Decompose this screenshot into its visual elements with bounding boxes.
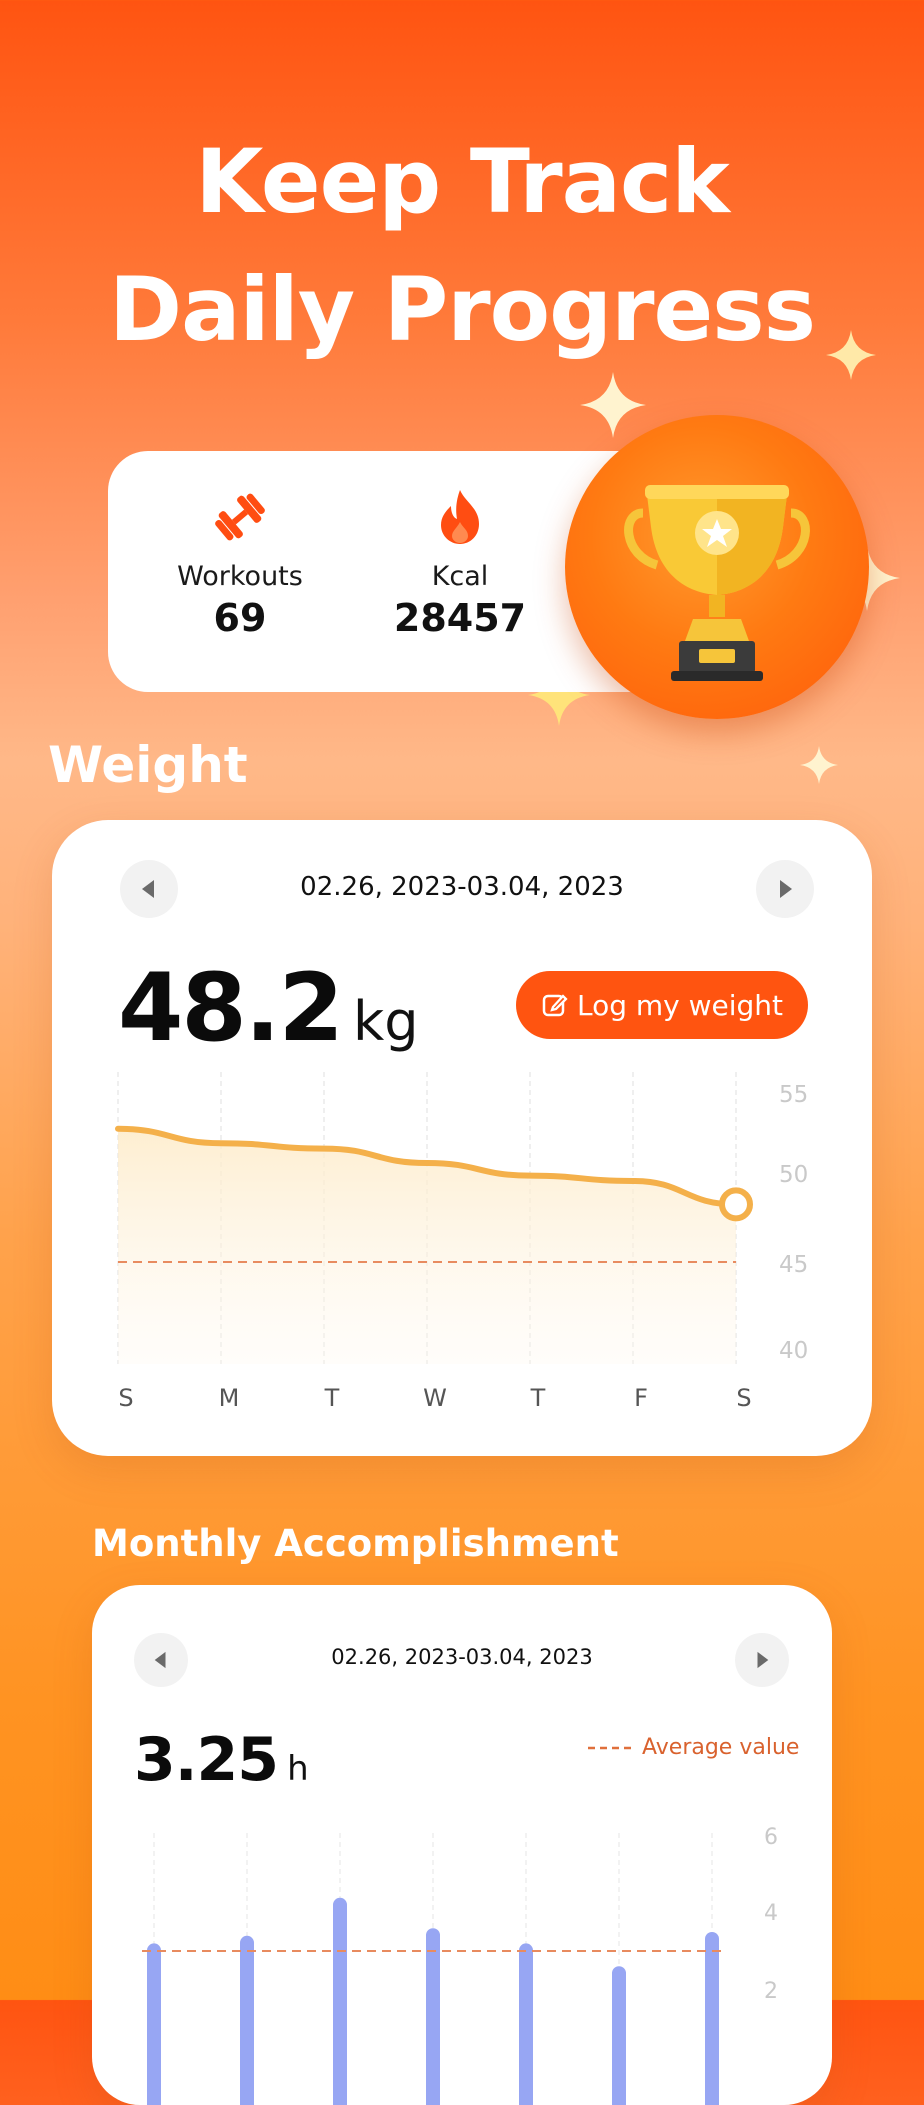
weight-day-label: S <box>736 1384 752 1412</box>
weight-day-label: S <box>118 1384 134 1412</box>
hero-title-line2: Daily Progress <box>109 258 816 361</box>
kcal-value: 28457 <box>393 596 527 640</box>
sparkle-icon <box>800 746 838 784</box>
weight-y-tick: 55 <box>779 1082 809 1108</box>
workouts-stat: Workouts 69 <box>140 487 340 640</box>
trophy-badge <box>565 415 869 719</box>
sparkle-icon <box>826 330 876 380</box>
weight-card: 02.26, 2023-03.04, 2023 48.2 kg Log my w… <box>52 820 872 1456</box>
flame-icon <box>360 487 560 547</box>
monthly-bar <box>705 1932 719 2105</box>
weight-y-tick: 45 <box>779 1252 809 1278</box>
kcal-stat: Kcal 28457 <box>360 487 560 640</box>
monthly-bar <box>333 1897 347 2105</box>
weight-day-label: M <box>218 1384 240 1412</box>
workouts-label: Workouts <box>177 561 303 592</box>
monthly-y-tick: 2 <box>764 1979 778 2004</box>
monthly-section-title: Monthly Accomplishment <box>92 1522 619 1565</box>
weight-y-tick: 40 <box>779 1338 809 1364</box>
monthly-bar <box>147 1943 161 2105</box>
weight-current-point <box>719 1187 753 1222</box>
dumbbell-icon <box>140 487 340 547</box>
weight-day-label: F <box>634 1384 648 1412</box>
monthly-bar <box>612 1966 626 2105</box>
weight-line-chart <box>115 1072 753 1364</box>
kcal-label: Kcal <box>431 561 489 592</box>
hero-title-line1: Keep Track <box>195 130 729 233</box>
monthly-card: 02.26, 2023-03.04, 2023 3.25 h Average v… <box>92 1585 832 2105</box>
monthly-y-tick: 4 <box>764 1901 778 1926</box>
monthly-bar <box>519 1943 533 2105</box>
workouts-value: 69 <box>213 596 267 640</box>
weight-day-label: W <box>423 1384 447 1412</box>
weight-day-label: T <box>324 1384 340 1412</box>
monthly-y-tick: 6 <box>764 1825 778 1850</box>
monthly-bar-chart <box>142 1833 724 2105</box>
weight-section-title: Weight <box>48 736 248 794</box>
weight-y-tick: 50 <box>779 1162 809 1188</box>
trophy-icon <box>624 485 810 681</box>
hero-title: Keep Track Daily Progress <box>0 118 924 374</box>
monthly-bar <box>426 1928 440 2105</box>
weight-day-label: T <box>530 1384 546 1412</box>
monthly-bar <box>240 1935 254 2105</box>
